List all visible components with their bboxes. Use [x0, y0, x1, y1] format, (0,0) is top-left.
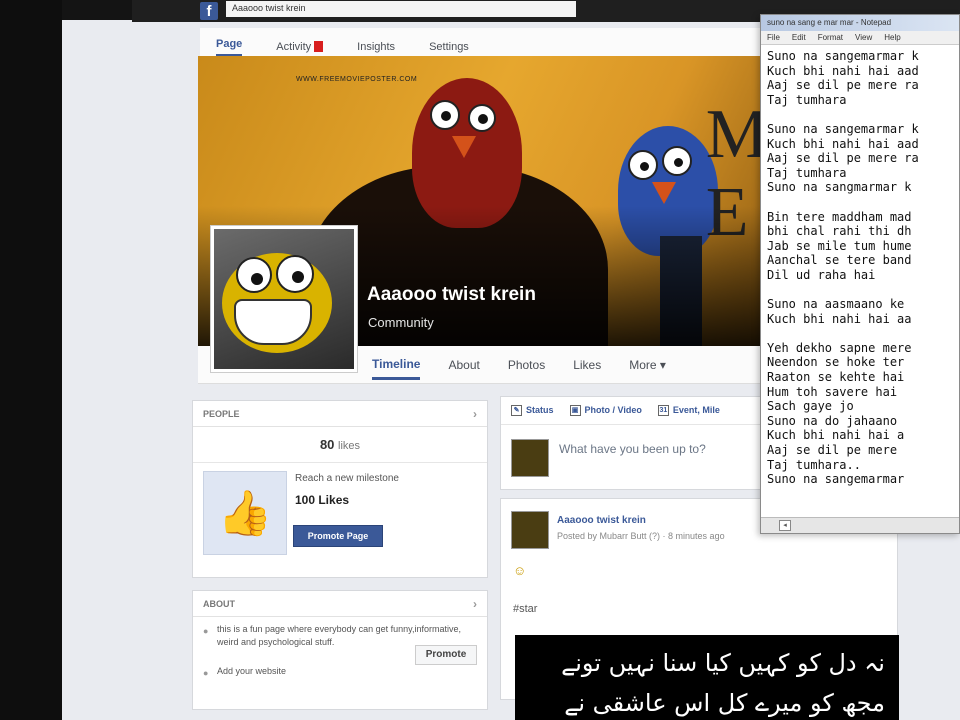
profile-picture[interactable] — [210, 225, 358, 373]
nav-settings[interactable]: Settings — [429, 41, 469, 53]
turkey-eye — [468, 104, 496, 132]
menu-file[interactable]: File — [767, 33, 780, 42]
about-header-label: ABOUT — [203, 599, 235, 609]
milestone-title: 100 Likes — [295, 493, 350, 507]
smiley-emoji-icon: ☺ — [513, 563, 527, 578]
smiley-pupil — [251, 273, 263, 285]
likes-label: likes — [338, 440, 361, 452]
notepad-title-bar[interactable]: suno na sang e mar mar - Notepad — [761, 15, 959, 31]
turkey-pupil — [640, 162, 649, 171]
turkey-eye — [628, 150, 658, 180]
thumbs-up-icon: 👍 — [203, 471, 287, 555]
calendar-icon: 31 — [657, 405, 669, 417]
promote-button[interactable]: Promote — [415, 645, 477, 665]
notepad-window: suno na sang e mar mar - Notepad File Ed… — [760, 14, 960, 534]
post-image-urdu-text[interactable]: نہ دل کو کہیں کیا سنا نہیں تونے ‏ مجھ کو… — [515, 635, 899, 720]
tab-photos[interactable]: Photos — [508, 358, 545, 372]
people-header[interactable]: PEOPLE › — [193, 401, 487, 427]
about-description: this is a fun page where everybody can g… — [217, 624, 461, 647]
tab-more[interactable]: More ▾ — [629, 358, 666, 372]
activity-notification-badge — [314, 41, 324, 53]
menu-help[interactable]: Help — [884, 33, 900, 42]
info-icon: ● — [203, 626, 209, 636]
promote-page-button[interactable]: Promote Page — [293, 525, 383, 547]
camera-icon: ▣ — [569, 405, 581, 417]
post-hashtag[interactable]: #star — [513, 603, 537, 615]
smiley-teeth — [234, 299, 312, 345]
about-card: ABOUT › ● this is a fun page where everybo… — [192, 590, 488, 710]
nav-activity-label: Activity — [276, 40, 312, 53]
composer-photo-tab[interactable]: ▣ Photo / Video — [569, 405, 642, 417]
tab-about[interactable]: About — [448, 358, 479, 372]
add-website-link[interactable]: Add your website — [217, 666, 286, 676]
menu-edit[interactable]: Edit — [792, 33, 806, 42]
people-card: PEOPLE › 80 likes 👍 Reach a new milestone… — [192, 400, 488, 578]
about-header[interactable]: ABOUT › — [193, 591, 487, 617]
tab-likes[interactable]: Likes — [573, 358, 601, 372]
post-meta: Posted by Mubarr Butt (?) · 8 minutes ag… — [557, 531, 725, 541]
composer-tabs: ✎ Status ▣ Photo / Video 31 Event, Mile — [501, 397, 779, 425]
milestone-text: Reach a new milestone — [295, 473, 399, 484]
composer-input[interactable]: What have you been up to? — [559, 442, 706, 456]
composer-status-tab[interactable]: ✎ Status — [511, 405, 554, 417]
facebook-logo-icon[interactable]: f — [200, 2, 218, 20]
likes-number: 80 — [319, 437, 335, 452]
turkey-eye — [662, 146, 692, 176]
chevron-right-icon: › — [473, 407, 477, 421]
turkey-pupil — [441, 111, 451, 121]
notepad-menu-bar: File Edit Format View Help — [761, 31, 959, 45]
search-input[interactable]: Aaaooo twist krein — [226, 1, 576, 17]
smiley-pupil — [292, 271, 304, 283]
scroll-arrow-icon[interactable]: ◂ — [779, 520, 791, 531]
turkey-beak — [652, 182, 676, 204]
nav-activity[interactable]: Activity — [276, 40, 324, 53]
nav-page[interactable]: Page — [216, 38, 243, 56]
nav-insights[interactable]: Insights — [357, 41, 395, 53]
monitor-bezel — [0, 0, 62, 720]
page-title[interactable]: Aaaooo twist krein — [367, 284, 536, 306]
globe-icon: ● — [203, 668, 209, 678]
likes-count: 80 likes — [193, 427, 487, 463]
smiley-eye — [276, 255, 314, 293]
menu-view[interactable]: View — [855, 33, 872, 42]
profile-picture-image — [214, 229, 354, 369]
post-author[interactable]: Aaaooo twist krein — [557, 515, 646, 526]
chevron-right-icon: › — [473, 597, 477, 611]
turkey-pupil — [674, 158, 683, 167]
page-category: Community — [368, 315, 434, 330]
post-avatar[interactable] — [511, 511, 549, 549]
post-composer: ✎ Status ▣ Photo / Video 31 Event, Mile Wha… — [500, 396, 780, 490]
timeline-tabs: Timeline About Photos Likes More ▾ — [360, 346, 770, 384]
composer-avatar — [511, 439, 549, 477]
composer-photo-label: Photo / Video — [584, 405, 642, 415]
people-header-label: PEOPLE — [203, 409, 240, 419]
turkey-eye — [430, 100, 460, 130]
composer-event-tab[interactable]: 31 Event, Mile — [657, 405, 720, 417]
turkey-pupil — [478, 114, 488, 124]
cover-watermark: WWW.FREEMOVIEPOSTER.COM — [296, 76, 418, 83]
composer-status-label: Status — [526, 405, 554, 415]
notepad-text-area[interactable]: Suno na sangemarmar k Kuch bhi nahi hai … — [761, 45, 959, 515]
tab-timeline[interactable]: Timeline — [372, 349, 421, 380]
menu-format[interactable]: Format — [818, 33, 843, 42]
composer-event-label: Event, Mile — [672, 405, 720, 415]
turkey-beak — [452, 136, 476, 158]
smiley-eye — [236, 257, 272, 293]
milestone-section: 👍 Reach a new milestone 100 Likes Promot… — [193, 463, 487, 561]
pencil-icon: ✎ — [511, 405, 522, 417]
